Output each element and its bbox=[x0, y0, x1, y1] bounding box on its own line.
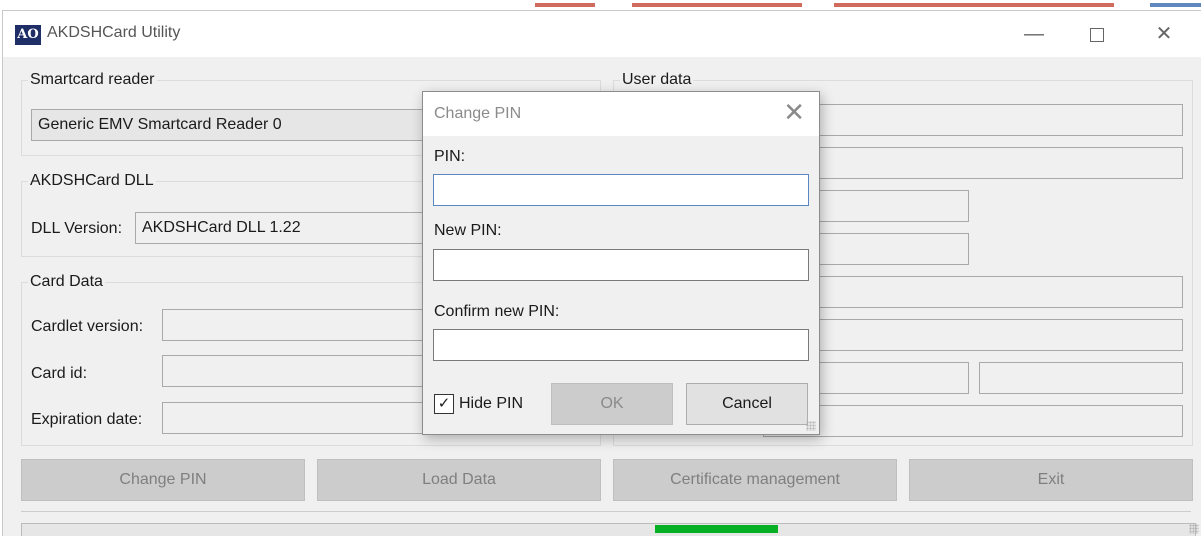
resize-grip-icon[interactable] bbox=[1189, 524, 1199, 534]
dialog-close-icon[interactable]: ✕ bbox=[783, 98, 805, 128]
user-data-field-7 bbox=[819, 362, 969, 394]
new-pin-input[interactable] bbox=[433, 249, 809, 281]
minimize-icon[interactable]: — bbox=[1006, 11, 1062, 57]
progress-bar bbox=[21, 523, 1196, 536]
change-pin-button[interactable]: Change PIN bbox=[21, 459, 305, 501]
ok-button[interactable]: OK bbox=[551, 383, 673, 425]
user-data-field-5 bbox=[819, 276, 1183, 308]
load-data-button[interactable]: Load Data bbox=[317, 459, 601, 501]
background-link bbox=[535, 3, 595, 7]
user-data-field-4 bbox=[819, 233, 969, 265]
user-data-legend: User data bbox=[620, 71, 694, 89]
cardlet-version-field bbox=[162, 309, 431, 341]
expiration-date-field bbox=[162, 402, 431, 434]
confirm-pin-input[interactable] bbox=[433, 329, 809, 361]
confirm-pin-label: Confirm new PIN: bbox=[434, 303, 560, 320]
background-link bbox=[632, 3, 802, 7]
hide-pin-checkbox[interactable]: ✓ bbox=[434, 394, 454, 414]
smartcard-reader-legend: Smartcard reader bbox=[28, 71, 157, 89]
hide-pin-label: Hide PIN bbox=[459, 395, 524, 412]
maximize-icon[interactable] bbox=[1069, 11, 1125, 57]
dialog-resize-grip-icon[interactable] bbox=[806, 421, 816, 431]
user-data-field-8 bbox=[979, 362, 1183, 394]
app-logo-icon: AO bbox=[15, 25, 41, 45]
user-data-field-3 bbox=[819, 190, 969, 222]
dll-version-field: AKDSHCard DLL 1.22 bbox=[135, 212, 431, 244]
dll-version-label: DLL Version: bbox=[31, 220, 123, 237]
card-id-field bbox=[162, 355, 431, 387]
user-data-field-2 bbox=[819, 147, 1183, 179]
window-title: AKDSHCard Utility bbox=[47, 24, 181, 41]
card-id-label: Card id: bbox=[31, 365, 88, 382]
dll-legend: AKDSHCard DLL bbox=[28, 172, 156, 190]
background-link bbox=[834, 3, 1114, 7]
cardlet-version-label: Cardlet version: bbox=[31, 318, 144, 335]
progress-bar-fill bbox=[655, 525, 778, 533]
title-bar: AO AKDSHCard Utility — ✕ bbox=[3, 11, 1201, 57]
user-data-field-1 bbox=[819, 104, 1183, 136]
certificate-management-button[interactable]: Certificate management bbox=[613, 459, 897, 501]
smartcard-reader-select[interactable]: Generic EMV Smartcard Reader 0 bbox=[31, 109, 431, 141]
dialog-title: Change PIN bbox=[434, 105, 522, 122]
expiration-date-label: Expiration date: bbox=[31, 411, 143, 428]
pin-label: PIN: bbox=[434, 148, 466, 165]
pin-input[interactable] bbox=[433, 174, 809, 206]
user-data-field-6 bbox=[819, 319, 1183, 351]
user-data-field-9 bbox=[763, 405, 1183, 437]
exit-button[interactable]: Exit bbox=[909, 459, 1193, 501]
cancel-button[interactable]: Cancel bbox=[686, 383, 808, 425]
card-data-legend: Card Data bbox=[28, 273, 105, 291]
separator bbox=[21, 511, 1191, 512]
close-icon[interactable]: ✕ bbox=[1136, 11, 1192, 57]
background-link bbox=[1150, 3, 1201, 7]
new-pin-label: New PIN: bbox=[434, 222, 502, 239]
change-pin-dialog: Change PIN ✕ PIN: New PIN: Confirm new P… bbox=[422, 91, 820, 435]
dialog-title-bar: Change PIN ✕ bbox=[423, 92, 819, 136]
